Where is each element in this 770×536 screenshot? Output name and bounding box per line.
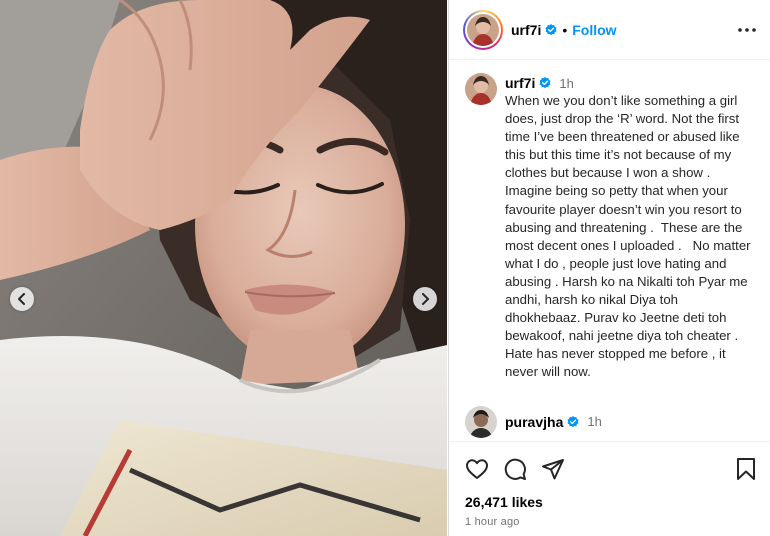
comment-item: puravjha 1h [465, 405, 755, 438]
likes-count[interactable]: 26,471 likes [465, 494, 757, 510]
like-button[interactable] [465, 457, 489, 481]
carousel-next-button[interactable] [413, 287, 437, 311]
carousel-prev-button[interactable] [10, 287, 34, 311]
follow-button[interactable]: Follow [572, 22, 616, 38]
author-username[interactable]: urf7i [511, 22, 541, 38]
separator-dot: • [562, 21, 568, 38]
commenter-avatar[interactable] [465, 405, 497, 438]
commenter-username[interactable]: puravjha [505, 414, 563, 430]
post-timestamp[interactable]: 1 hour ago [465, 516, 757, 528]
author-story-ring[interactable] [463, 9, 503, 50]
comment-button[interactable] [503, 457, 527, 481]
more-horizontal-icon [738, 27, 756, 32]
selfie-image [0, 0, 447, 536]
caption-time[interactable]: 1h [559, 76, 573, 91]
caption-author-avatar[interactable] [465, 73, 497, 105]
comment-time[interactable]: 1h [587, 414, 601, 429]
bookmark-icon [737, 458, 755, 480]
more-options-button[interactable] [738, 27, 756, 32]
share-icon [542, 459, 564, 480]
chevron-left-icon [18, 293, 25, 305]
comments-section[interactable]: urf7i 1h When we you don’t like somethin… [449, 61, 770, 441]
heart-icon [466, 459, 488, 479]
caption-comment: urf7i 1h When we you don’t like somethin… [465, 73, 755, 382]
post-header: urf7i • Follow [449, 0, 770, 60]
caption-text: When we you don’t like something a girl … [505, 93, 755, 380]
post-photo[interactable] [0, 0, 447, 536]
action-bar: 26,471 likes 1 hour ago [449, 441, 770, 528]
verified-badge-icon [539, 77, 551, 89]
verified-badge-icon [545, 23, 557, 35]
chevron-right-icon [422, 293, 429, 305]
post-side-panel: urf7i • Follow urf7i 1h When we you don’… [448, 0, 770, 536]
share-button[interactable] [541, 457, 565, 481]
author-avatar [467, 13, 499, 46]
save-button[interactable] [735, 457, 757, 481]
caption-username[interactable]: urf7i [505, 75, 535, 91]
comment-icon [504, 458, 526, 480]
verified-badge-icon [567, 415, 579, 427]
